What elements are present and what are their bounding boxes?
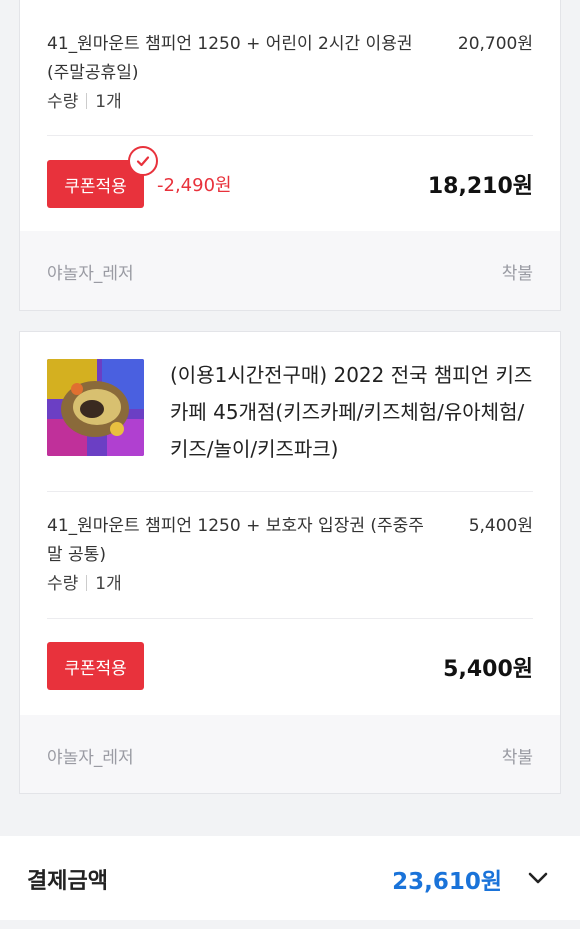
seller-name: 야놀자_레저 xyxy=(47,264,134,284)
quantity-value: 1개 xyxy=(95,574,122,594)
payment-amount: 23,610원 xyxy=(392,869,502,895)
chevron-down-icon[interactable] xyxy=(526,866,550,890)
order-item-card: 41_원마운트 챔피언 1250 + 어린이 2시간 이용권 (주말공휴일) 2… xyxy=(19,0,561,311)
card-footer: 야놀자_레저 착불 xyxy=(20,715,560,793)
product-title[interactable]: (이용1시간전구매) 2022 전국 챔피언 키즈카페 45개점(키즈카페/키즈… xyxy=(170,357,535,468)
option-info: 41_원마운트 챔피언 1250 + 어린이 2시간 이용권 (주말공휴일) 2… xyxy=(47,30,533,117)
divider xyxy=(47,618,533,619)
order-item-card: (이용1시간전구매) 2022 전국 챔피언 키즈카페 45개점(키즈카페/키즈… xyxy=(19,331,561,794)
quantity-separator xyxy=(86,93,88,109)
coupon-apply-button[interactable]: 쿠폰적용 xyxy=(47,642,144,690)
option-name: 41_원마운트 챔피언 1250 + 어린이 2시간 이용권 (주말공휴일) xyxy=(47,34,413,83)
seller-name: 야놀자_레저 xyxy=(47,748,134,768)
quantity-label: 수량 xyxy=(47,92,79,112)
shipping-type: 착불 xyxy=(501,748,533,768)
option-price: 5,400원 xyxy=(468,516,533,536)
quantity: 수량 1개 xyxy=(47,570,533,599)
product-thumbnail[interactable] xyxy=(47,359,144,456)
payment-summary[interactable]: 결제금액 23,610원 xyxy=(0,836,580,920)
quantity-separator xyxy=(86,575,88,591)
card-footer: 야놀자_레저 착불 xyxy=(20,231,560,310)
option-price: 20,700원 xyxy=(457,34,533,54)
quantity: 수량 1개 xyxy=(47,88,533,117)
check-icon xyxy=(128,146,158,176)
final-price: 18,210원 xyxy=(427,174,533,199)
discount-amount: -2,490원 xyxy=(157,175,232,196)
coupon-button-label: 쿠폰적용 xyxy=(64,658,127,679)
divider xyxy=(47,491,533,492)
final-price: 5,400원 xyxy=(443,657,533,682)
payment-label: 결제금액 xyxy=(27,869,108,894)
quantity-value: 1개 xyxy=(95,92,122,112)
divider xyxy=(47,135,533,136)
quantity-label: 수량 xyxy=(47,574,79,594)
shipping-type: 착불 xyxy=(501,264,533,284)
option-name: 41_원마운트 챔피언 1250 + 보호자 입장권 (주중주말 공통) xyxy=(47,516,424,565)
coupon-button-label: 쿠폰적용 xyxy=(64,176,127,197)
option-info: 41_원마운트 챔피언 1250 + 보호자 입장권 (주중주말 공통) 5,4… xyxy=(47,512,533,599)
